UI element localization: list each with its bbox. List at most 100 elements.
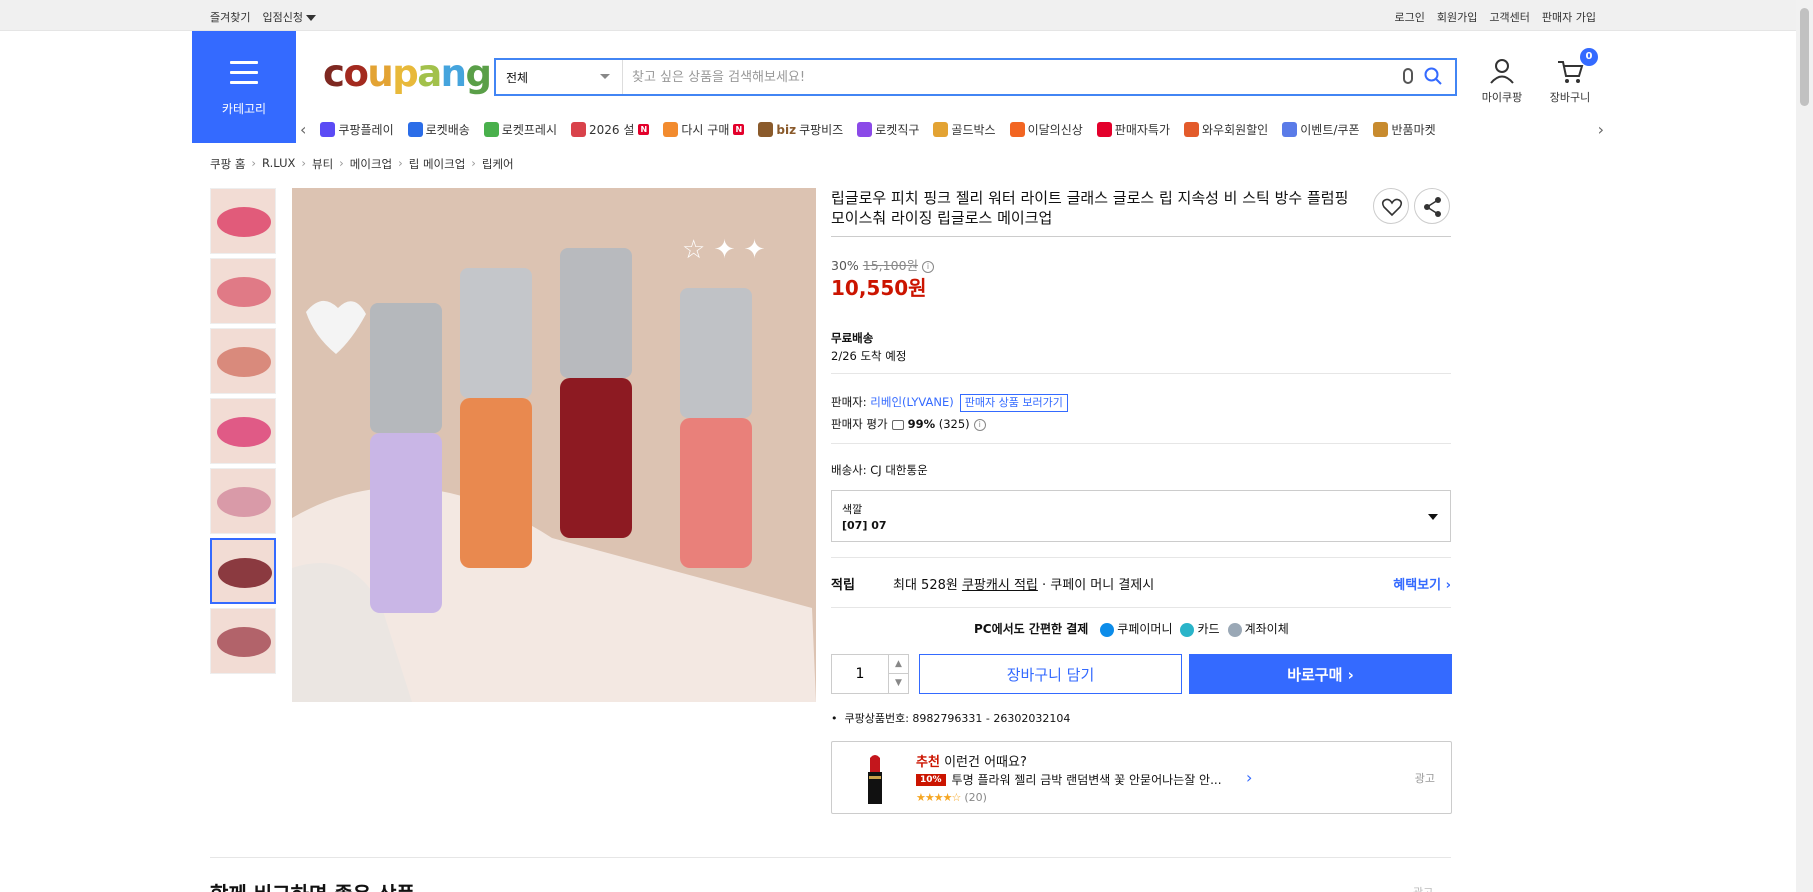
quantity-input[interactable]	[832, 655, 888, 693]
color-option-select[interactable]: 색깔 [07] 07	[831, 490, 1451, 542]
nav-label: 이벤트/쿠폰	[1300, 123, 1360, 137]
search-input[interactable]	[632, 66, 1372, 88]
review-count: (20)	[964, 791, 987, 804]
seller-signup-link[interactable]: 판매자 가입	[1542, 9, 1596, 25]
wishlist-heart-icon[interactable]	[1373, 188, 1409, 224]
nav-item-6[interactable]: 로켓직구	[857, 121, 919, 138]
logo-letter: o	[343, 52, 368, 95]
product-thumbnail[interactable]	[210, 608, 276, 674]
nav-item-5[interactable]: biz 쿠팡비즈	[758, 121, 843, 138]
vendor-apply-label: 입점신청	[262, 11, 303, 24]
search-icon[interactable]	[1423, 66, 1443, 86]
breadcrumb-item[interactable]: 뷰티	[312, 156, 333, 172]
breadcrumb-separator-icon: ›	[251, 156, 257, 170]
microphone-icon[interactable]	[1403, 68, 1413, 84]
nav-item-8[interactable]: 이달의신상	[1009, 121, 1083, 138]
info-icon[interactable]: i	[922, 260, 935, 273]
customer-center-link[interactable]: 고객센터	[1489, 9, 1529, 25]
breadcrumb-separator-icon: ›	[339, 156, 344, 170]
coupon-icon	[1282, 122, 1298, 137]
nav-item-3[interactable]: 2026 설N	[570, 121, 650, 138]
product-thumbnail[interactable]	[210, 398, 276, 464]
seller-rating-count: (325)	[938, 417, 970, 431]
thumbnail-image	[217, 277, 271, 307]
nav-item-9[interactable]: 판매자특가	[1096, 121, 1170, 138]
category-menu-button[interactable]: 카테고리	[192, 31, 296, 143]
scrollbar-thumb[interactable]	[1800, 8, 1809, 106]
discount-rate: 30%	[831, 258, 859, 273]
thumbs-up-icon	[891, 419, 904, 430]
bag-icon	[1009, 122, 1025, 137]
seller-name-link[interactable]: 리베인(LYVANE)	[870, 395, 953, 409]
quantity-up-icon[interactable]: ▲	[888, 655, 908, 674]
my-coupang-label: 마이쿠팡	[1481, 91, 1523, 104]
divider	[831, 373, 1451, 374]
buy-now-label: 바로구매	[1287, 665, 1343, 684]
logo-letter: n	[440, 52, 467, 95]
nav-item-0[interactable]: 쿠팡플레이	[320, 121, 394, 138]
seller-rating-label: 판매자 평가	[831, 417, 888, 431]
rating-info-icon[interactable]: i	[973, 418, 986, 431]
product-thumbnail[interactable]	[210, 538, 276, 604]
nav-prev-arrow-icon[interactable]: ‹	[300, 120, 306, 139]
signup-link[interactable]: 회원가입	[1437, 9, 1477, 25]
login-link[interactable]: 로그인	[1395, 9, 1425, 25]
bookmark-link[interactable]: 즐겨찾기	[210, 9, 250, 25]
product-title: 립글로우 피치 핑크 젤리 워터 라이트 글래스 글로스 립 지속성 비 스틱 …	[831, 189, 1349, 227]
product-thumbnail[interactable]	[210, 258, 276, 324]
free-shipping-label: 무료배송	[831, 331, 874, 345]
nav-prefix: biz	[776, 122, 797, 137]
logo-letter: c	[323, 52, 345, 95]
divider	[831, 607, 1451, 608]
search-category-select[interactable]: 전체	[496, 60, 623, 94]
breadcrumb-item[interactable]: 립케어	[482, 156, 514, 172]
divider	[831, 557, 1451, 558]
main-product-image[interactable]: ☆ ✦ ✦	[292, 188, 816, 702]
nav-item-7[interactable]: 골드박스	[933, 121, 996, 138]
seller-products-link[interactable]: 판매자 상품 보러가기	[959, 394, 1068, 412]
nav-item-1[interactable]: 로켓배송	[407, 121, 470, 138]
quantity-down-icon[interactable]: ▼	[888, 674, 908, 693]
logo-letter: u	[367, 52, 393, 95]
recommendation-card[interactable]: 추천 이런건 어때요? 10% 투명 플라워 젤리 금박 랜덤변색 꽃 안묻어나는…	[831, 741, 1452, 814]
product-thumbnail[interactable]	[210, 328, 276, 394]
breadcrumb-item[interactable]: 메이크업	[350, 156, 392, 172]
buy-now-button[interactable]: 바로구매 ›	[1189, 654, 1452, 694]
breadcrumb-item[interactable]: 립 메이크업	[409, 156, 466, 172]
market-icon	[1373, 122, 1389, 137]
lip-gloss-photo: ☆ ✦ ✦	[292, 188, 816, 702]
goldbox-icon	[933, 122, 949, 137]
nav-label: 쿠팡비즈	[799, 123, 844, 137]
product-thumbnail[interactable]	[210, 188, 276, 254]
chevron-right-icon[interactable]: ›	[1246, 768, 1252, 787]
vendor-apply-link[interactable]: 입점신청	[262, 9, 316, 25]
nav-next-arrow-icon[interactable]: ›	[1591, 120, 1610, 139]
user-icon	[1490, 59, 1514, 84]
benefits-more-label: 혜택보기	[1393, 578, 1442, 593]
nav-item-2[interactable]: 로켓프레시	[483, 121, 557, 138]
seller-info: 판매자: 리베인(LYVANE) 판매자 상품 보러가기 판매자 평가 99% (3…	[831, 391, 1068, 435]
breadcrumb-item[interactable]: R.LUX	[262, 156, 295, 172]
pay-method-label: 쿠페이머니	[1117, 622, 1173, 636]
product-thumbnail[interactable]	[210, 468, 276, 534]
nav-item-11[interactable]: 이벤트/쿠폰	[1282, 121, 1359, 138]
nav-item-10[interactable]: 와우회원할인	[1183, 121, 1269, 138]
thumbnail-image	[217, 627, 271, 657]
cart-button[interactable]: 0 장바구니	[1546, 48, 1598, 105]
nav-item-4[interactable]: 다시 구매 N	[663, 121, 745, 138]
nav-label: 와우회원할인	[1201, 123, 1269, 137]
breadcrumb-item[interactable]: 쿠팡 홈	[210, 156, 245, 172]
coupang-cash-link[interactable]: 쿠팡캐시 적립	[962, 578, 1038, 593]
pay-method: 카드	[1180, 620, 1220, 637]
add-to-cart-button[interactable]: 장바구니 담기	[919, 654, 1182, 694]
coupang-logo[interactable]: coupang	[323, 52, 492, 95]
my-coupang-button[interactable]: 마이쿠팡	[1478, 56, 1526, 105]
seller-label: 판매자:	[831, 395, 867, 409]
page-scrollbar[interactable]	[1796, 0, 1813, 892]
cart-label: 장바구니	[1549, 91, 1591, 104]
nav-item-12[interactable]: 반품마켓	[1373, 121, 1436, 138]
benefits-more-link[interactable]: 혜택보기 ›	[1393, 574, 1451, 593]
thumbnail-list	[210, 188, 276, 678]
logo-letter: p	[392, 52, 419, 95]
share-icon[interactable]	[1414, 188, 1450, 224]
